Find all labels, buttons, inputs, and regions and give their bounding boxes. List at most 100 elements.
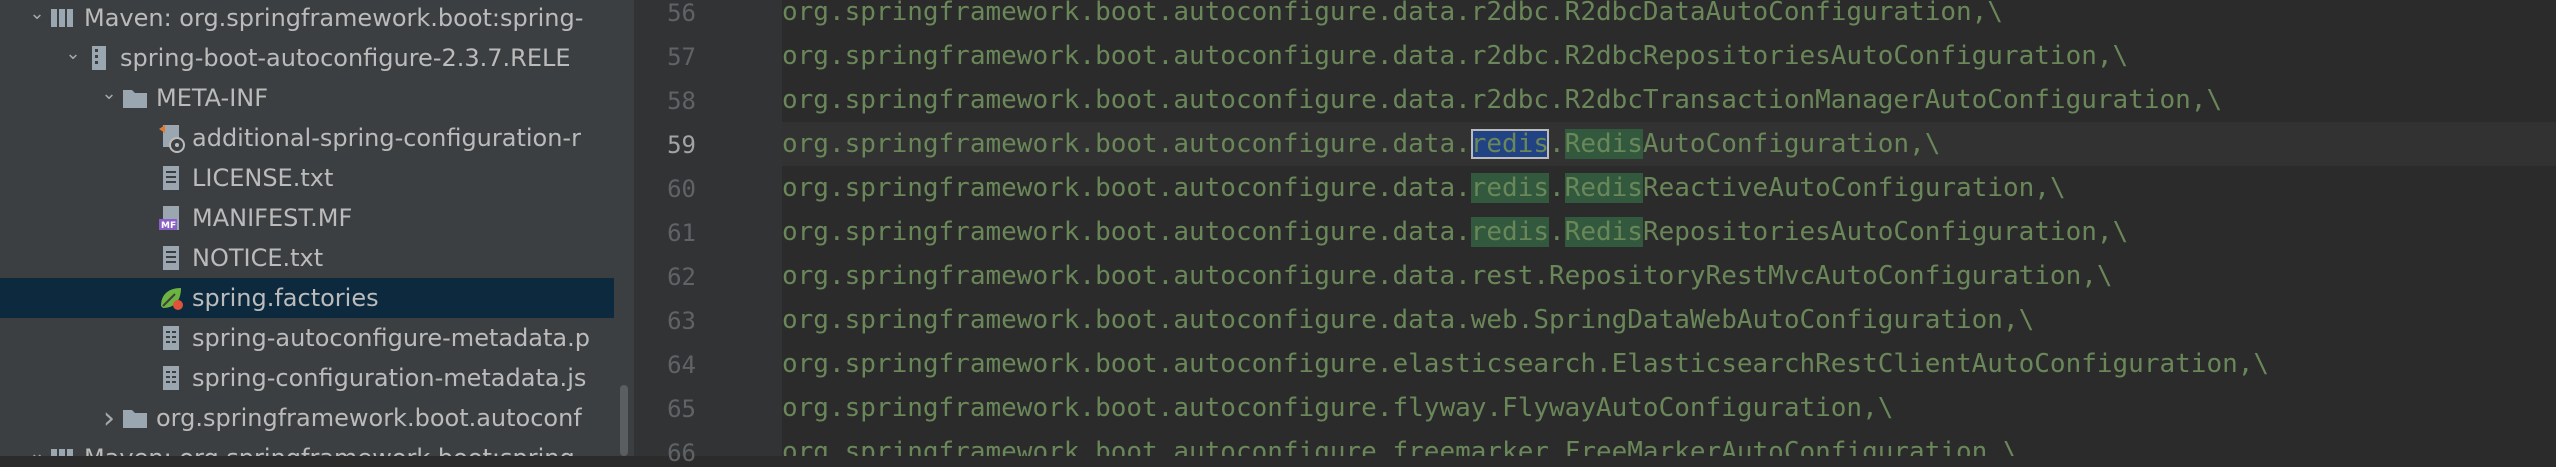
code-text: org.springframework.boot.autoconfigure.f… — [782, 437, 2019, 456]
chevron-down-icon[interactable]: ⌄ — [26, 0, 48, 33]
properties-file-icon — [156, 363, 186, 393]
code-text: org.springframework.boot.autoconfigure.d… — [782, 129, 1471, 159]
code-text: org.springframework.boot.autoconfigure.d… — [782, 305, 2035, 335]
code-text: org.springframework.boot.autoconfigure.e… — [782, 349, 2270, 379]
code-text: AutoConfiguration,\ — [1642, 129, 1941, 159]
code-line-text: org.springframework.boot.autoconfigure.d… — [782, 298, 2034, 342]
selected-match: redis — [1470, 129, 1550, 159]
tree-node[interactable]: ⌄ Maven: org.springframework.boot:spring- — [0, 0, 614, 38]
tree-node[interactable]: spring-autoconfigure-metadata.p — [0, 318, 614, 358]
library-icon — [48, 3, 78, 33]
line-number: 59 — [667, 131, 696, 159]
code-text: org.springframework.boot.autoconfigure.f… — [782, 393, 1894, 423]
properties-file-icon — [156, 323, 186, 353]
code-line-text: org.springframework.boot.autoconfigure.d… — [782, 78, 2222, 122]
library-icon — [48, 443, 78, 456]
json-file-icon — [156, 123, 186, 153]
code-line[interactable]: org.springframework.boot.autoconfigure.d… — [782, 0, 2556, 34]
manifest-file-icon: MF — [156, 203, 186, 233]
line-number: 62 — [667, 263, 696, 291]
tree-node[interactable]: ⌄Maven: org.springframework.boot:spring- — [0, 438, 614, 456]
code-line[interactable]: org.springframework.boot.autoconfigure.d… — [782, 298, 2556, 342]
code-line[interactable]: org.springframework.boot.autoconfigure.d… — [782, 122, 2556, 166]
code-text: . — [1549, 173, 1565, 203]
code-line[interactable]: org.springframework.boot.autoconfigure.d… — [782, 210, 2556, 254]
tree-node[interactable]: MF MANIFEST.MF — [0, 198, 614, 238]
line-number: 56 — [667, 0, 696, 27]
project-tree: ⌄ Maven: org.springframework.boot:spring-… — [0, 0, 614, 456]
tree-node[interactable]: ⌄ META-INF — [0, 78, 614, 118]
tree-node-label: org.springframework.boot.autoconf — [156, 404, 582, 432]
code-line-text: org.springframework.boot.autoconfigure.d… — [782, 254, 2113, 298]
tree-node[interactable]: › org.springframework.boot.autoconf — [0, 398, 614, 438]
project-tree-scrollbar[interactable] — [614, 0, 634, 456]
text-file-icon — [156, 243, 186, 273]
jar-icon — [84, 43, 114, 73]
spring-file-icon — [156, 283, 186, 313]
line-number: 58 — [667, 87, 696, 115]
tree-node-label: NOTICE.txt — [192, 244, 324, 272]
tree-node-label: additional-spring-configuration-r — [192, 124, 581, 152]
tree-node-label: spring-configuration-metadata.js — [192, 364, 587, 392]
line-number: 60 — [667, 175, 696, 203]
code-line-text: org.springframework.boot.autoconfigure.d… — [782, 122, 1940, 166]
code-line[interactable]: org.springframework.boot.autoconfigure.d… — [782, 78, 2556, 122]
svg-text:MF: MF — [161, 221, 176, 231]
search-match: redis — [1470, 173, 1550, 203]
line-number: 65 — [667, 395, 696, 423]
code-line[interactable]: org.springframework.boot.autoconfigure.d… — [782, 34, 2556, 78]
tree-node[interactable]: spring.factories — [0, 278, 614, 318]
tree-node-label: Maven: org.springframework.boot:spring- — [84, 4, 584, 32]
tree-node[interactable]: ⌄ spring-boot-autoconfigure-2.3.7.RELE — [0, 38, 614, 78]
code-text: org.springframework.boot.autoconfigure.d… — [782, 217, 1471, 247]
search-match: Redis — [1564, 129, 1643, 159]
chevron-down-icon[interactable]: ⌄ — [98, 73, 120, 113]
code-line[interactable]: org.springframework.boot.autoconfigure.f… — [782, 386, 2556, 430]
line-number: 66 — [667, 439, 696, 467]
tree-node-label: spring-autoconfigure-metadata.p — [192, 324, 590, 352]
code-line[interactable]: org.springframework.boot.autoconfigure.f… — [782, 430, 2556, 456]
code-line-text: org.springframework.boot.autoconfigure.d… — [782, 210, 2128, 254]
code-text: . — [1549, 129, 1565, 159]
folder-icon — [120, 83, 150, 113]
code-text: org.springframework.boot.autoconfigure.d… — [782, 261, 2113, 291]
code-editor[interactable]: org.springframework.boot.autoconfigure.d… — [782, 0, 2556, 456]
folder-icon — [120, 403, 150, 433]
code-text: ReactiveAutoConfiguration,\ — [1642, 173, 2066, 203]
code-line-text: org.springframework.boot.autoconfigure.d… — [782, 34, 2128, 78]
code-line-text: org.springframework.boot.autoconfigure.f… — [782, 430, 2019, 456]
line-number: 57 — [667, 43, 696, 71]
line-number: 61 — [667, 219, 696, 247]
chevron-down-icon[interactable]: ⌄ — [62, 33, 84, 73]
tree-node[interactable]: additional-spring-configuration-r — [0, 118, 614, 158]
code-line-text: org.springframework.boot.autoconfigure.f… — [782, 386, 1893, 430]
tree-node[interactable]: NOTICE.txt — [0, 238, 614, 278]
tree-node-label: spring.factories — [192, 284, 379, 312]
tree-node-label: META-INF — [156, 84, 269, 112]
text-file-icon — [156, 163, 186, 193]
tree-node-label: Maven: org.springframework.boot:spring- — [84, 444, 583, 456]
chevron-down-icon[interactable]: ⌄ — [26, 433, 48, 457]
code-text: . — [1549, 217, 1565, 247]
line-number-gutter: 56 57 58 59 60 61 62 63 64 65 66 — [634, 0, 782, 467]
tree-node-label: LICENSE.txt — [192, 164, 334, 192]
line-number: 63 — [667, 307, 696, 335]
code-text: org.springframework.boot.autoconfigure.d… — [782, 173, 1471, 203]
chevron-right-icon[interactable]: › — [98, 398, 120, 438]
search-match: Redis — [1564, 173, 1643, 203]
scrollbar-thumb[interactable] — [620, 385, 628, 456]
code-line[interactable]: org.springframework.boot.autoconfigure.e… — [782, 342, 2556, 386]
code-line[interactable]: org.springframework.boot.autoconfigure.d… — [782, 254, 2556, 298]
code-line-text: org.springframework.boot.autoconfigure.d… — [782, 0, 2003, 34]
tree-node[interactable]: LICENSE.txt — [0, 158, 614, 198]
code-line[interactable]: org.springframework.boot.autoconfigure.d… — [782, 166, 2556, 210]
code-text: RepositoriesAutoConfiguration,\ — [1642, 217, 2129, 247]
tree-node[interactable]: spring-configuration-metadata.js — [0, 358, 614, 398]
